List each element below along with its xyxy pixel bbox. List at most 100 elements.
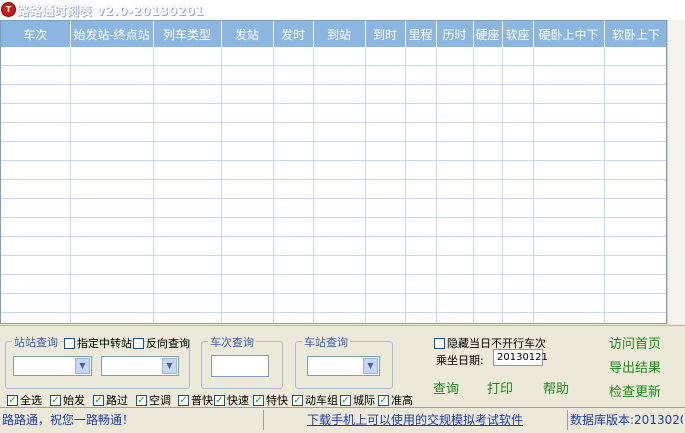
table-cell[interactable] (604, 236, 666, 256)
export-results-link[interactable]: 导出结果 (609, 357, 661, 376)
table-cell[interactable] (533, 47, 605, 66)
table-cell[interactable] (273, 293, 314, 313)
table-cell[interactable] (70, 236, 154, 256)
table-cell[interactable] (502, 103, 534, 123)
table-cell[interactable] (365, 255, 406, 275)
table-cell[interactable] (533, 160, 605, 180)
table-cell[interactable] (405, 255, 437, 275)
table-cell[interactable] (313, 198, 366, 218)
table-cell[interactable] (502, 84, 534, 104)
table-cell[interactable] (436, 198, 474, 218)
table-cell[interactable] (273, 47, 314, 66)
table-cell[interactable] (221, 84, 274, 104)
table-cell[interactable] (313, 236, 366, 256)
table-cell[interactable] (604, 141, 666, 161)
table-cell[interactable] (473, 103, 503, 123)
table-cell[interactable] (604, 217, 666, 237)
table-cell[interactable] (365, 160, 406, 180)
table-cell[interactable] (221, 198, 274, 218)
table-row[interactable] (1, 122, 666, 142)
table-cell[interactable] (153, 47, 222, 66)
column-header[interactable]: 发站 (221, 21, 274, 47)
table-cell[interactable] (70, 160, 154, 180)
table-cell[interactable] (473, 293, 503, 313)
visit-home-link[interactable]: 访问首页 (609, 333, 661, 352)
table-cell[interactable] (604, 65, 666, 85)
table-cell[interactable] (1, 65, 71, 85)
table-cell[interactable] (405, 179, 437, 199)
table-cell[interactable] (405, 84, 437, 104)
timetable-grid[interactable]: 车次 始发站-终点站 列车类型 发站 发时 到站 到时 里程 历时 硬座 软座 硬卧上中下 软卧上下 (0, 20, 667, 324)
table-cell[interactable] (604, 122, 666, 142)
table-cell[interactable] (153, 217, 222, 237)
table-cell[interactable] (604, 255, 666, 275)
table-cell[interactable] (313, 293, 366, 313)
table-cell[interactable] (533, 255, 605, 275)
table-cell[interactable] (70, 103, 154, 123)
column-header[interactable]: 里程 (405, 21, 437, 47)
table-cell[interactable] (1, 255, 71, 275)
table-cell[interactable] (221, 47, 274, 66)
table-cell[interactable] (273, 65, 314, 85)
table-cell[interactable] (273, 312, 314, 323)
table-cell[interactable] (533, 312, 605, 323)
table-cell[interactable] (1, 122, 71, 142)
table-cell[interactable] (502, 312, 534, 323)
table-cell[interactable] (273, 255, 314, 275)
column-header[interactable]: 硬座 (473, 21, 503, 47)
table-cell[interactable] (473, 198, 503, 218)
table-cell[interactable] (313, 47, 366, 66)
table-cell[interactable] (502, 236, 534, 256)
table-cell[interactable] (221, 65, 274, 85)
table-cell[interactable] (436, 236, 474, 256)
table-cell[interactable] (153, 274, 222, 294)
table-cell[interactable] (70, 274, 154, 294)
table-cell[interactable] (533, 84, 605, 104)
table-cell[interactable] (436, 274, 474, 294)
table-cell[interactable] (153, 179, 222, 199)
table-cell[interactable] (473, 141, 503, 161)
table-cell[interactable] (533, 293, 605, 313)
table-cell[interactable] (221, 217, 274, 237)
table-cell[interactable] (221, 255, 274, 275)
table-cell[interactable] (365, 84, 406, 104)
table-cell[interactable] (273, 198, 314, 218)
table-row[interactable] (1, 236, 666, 256)
table-cell[interactable] (153, 160, 222, 180)
table-cell[interactable] (1, 141, 71, 161)
table-cell[interactable] (436, 47, 474, 66)
table-cell[interactable] (533, 179, 605, 199)
table-row[interactable] (1, 198, 666, 218)
table-cell[interactable] (405, 47, 437, 66)
table-cell[interactable] (221, 141, 274, 161)
table-row[interactable] (1, 255, 666, 275)
table-cell[interactable] (365, 65, 406, 85)
table-cell[interactable] (70, 141, 154, 161)
table-cell[interactable] (221, 236, 274, 256)
table-cell[interactable] (153, 293, 222, 313)
table-cell[interactable] (365, 141, 406, 161)
filter-normal-fast-checkbox[interactable]: ✓ 普快 (178, 392, 213, 408)
table-cell[interactable] (221, 160, 274, 180)
table-cell[interactable] (436, 65, 474, 85)
column-header[interactable]: 软座 (502, 21, 534, 47)
table-cell[interactable] (365, 217, 406, 237)
table-cell[interactable] (153, 141, 222, 161)
table-cell[interactable] (365, 198, 406, 218)
table-cell[interactable] (436, 312, 474, 323)
filter-aircon-checkbox[interactable]: ✓ 空调 (136, 392, 171, 408)
to-station-combo[interactable]: ▼ (101, 356, 179, 376)
table-cell[interactable] (1, 274, 71, 294)
column-header[interactable]: 列车类型 (153, 21, 222, 47)
table-cell[interactable] (273, 84, 314, 104)
table-cell[interactable] (1, 47, 71, 66)
column-header[interactable]: 软卧上下 (604, 21, 666, 47)
table-cell[interactable] (365, 47, 406, 66)
table-cell[interactable] (153, 122, 222, 142)
filter-special-express-checkbox[interactable]: ✓ 特快 (253, 392, 288, 408)
table-cell[interactable] (405, 160, 437, 180)
table-cell[interactable] (473, 274, 503, 294)
table-cell[interactable] (313, 255, 366, 275)
filter-all-checkbox[interactable]: ✓ 全选 (7, 392, 42, 408)
table-cell[interactable] (365, 122, 406, 142)
